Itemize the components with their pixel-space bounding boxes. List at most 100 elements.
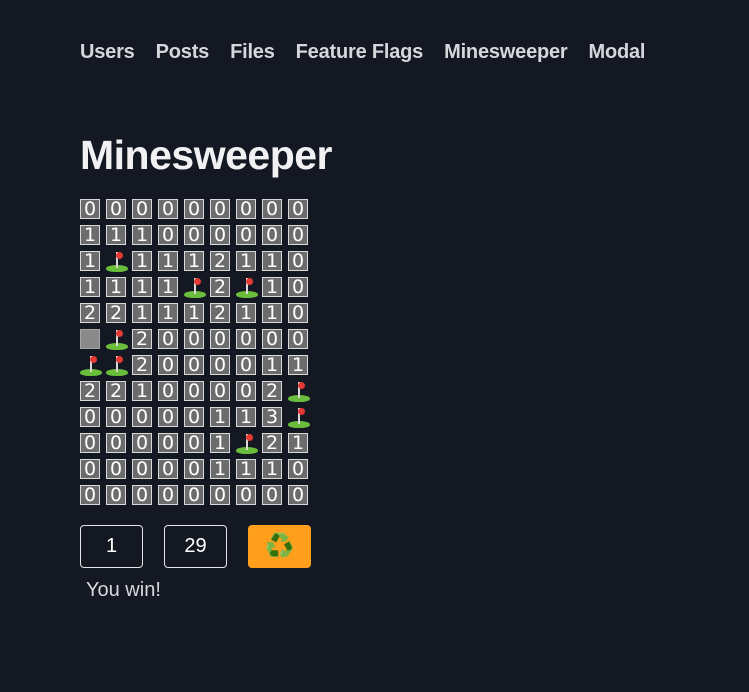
board-cell[interactable]: 0 [288, 277, 308, 297]
board-cell[interactable]: 1 [132, 251, 152, 271]
board-cell[interactable]: 0 [210, 485, 230, 505]
board-cell[interactable]: 1 [80, 225, 100, 245]
board-cell[interactable]: 0 [184, 199, 204, 219]
board-cell[interactable]: 0 [158, 329, 178, 349]
board-cell[interactable]: 0 [80, 433, 100, 453]
board-cell[interactable]: 1 [210, 459, 230, 479]
flag-icon[interactable] [106, 355, 128, 376]
board-cell[interactable]: 0 [236, 329, 256, 349]
nav-posts[interactable]: Posts [156, 39, 210, 65]
board-cell[interactable]: 0 [288, 485, 308, 505]
board-cell[interactable]: 0 [288, 199, 308, 219]
board-cell[interactable]: 0 [184, 407, 204, 427]
board-cell[interactable]: 0 [106, 485, 126, 505]
board-cell[interactable]: 1 [262, 459, 282, 479]
flag-icon[interactable] [184, 277, 206, 298]
nav-minesweeper[interactable]: Minesweeper [444, 39, 568, 65]
board-cell[interactable]: 0 [184, 485, 204, 505]
board-cell[interactable]: 0 [210, 329, 230, 349]
board-cell[interactable]: 0 [106, 199, 126, 219]
covered-cell[interactable] [80, 329, 100, 349]
board-cell[interactable]: 0 [236, 355, 256, 375]
board-cell[interactable]: 0 [262, 329, 282, 349]
board-cell[interactable]: 0 [158, 459, 178, 479]
board-cell[interactable]: 0 [184, 355, 204, 375]
board-cell[interactable]: 0 [132, 485, 152, 505]
nav-feature-flags[interactable]: Feature Flags [296, 39, 424, 65]
board-cell[interactable]: 0 [158, 199, 178, 219]
board-cell[interactable]: 2 [262, 433, 282, 453]
board-cell[interactable]: 3 [262, 407, 282, 427]
board-cell[interactable]: 0 [262, 485, 282, 505]
board-cell[interactable]: 1 [210, 433, 230, 453]
board-cell[interactable]: 0 [210, 381, 230, 401]
board-cell[interactable]: 0 [236, 381, 256, 401]
board-cell[interactable]: 0 [80, 199, 100, 219]
board-cell[interactable]: 1 [106, 225, 126, 245]
board-cell[interactable]: 0 [106, 459, 126, 479]
nav-modal[interactable]: Modal [589, 39, 646, 65]
board-cell[interactable]: 1 [184, 251, 204, 271]
flag-icon[interactable] [236, 277, 258, 298]
board-cell[interactable]: 0 [236, 225, 256, 245]
board-cell[interactable]: 1 [132, 277, 152, 297]
board-cell[interactable]: 0 [132, 433, 152, 453]
flag-icon[interactable] [288, 407, 310, 428]
board-cell[interactable]: 1 [132, 381, 152, 401]
board-cell[interactable]: 2 [210, 303, 230, 323]
board-cell[interactable]: 2 [106, 381, 126, 401]
flag-icon[interactable] [106, 251, 128, 272]
board-cell[interactable]: 1 [262, 303, 282, 323]
board-cell[interactable]: 0 [288, 459, 308, 479]
board-cell[interactable]: 2 [262, 381, 282, 401]
nav-files[interactable]: Files [230, 39, 275, 65]
board-cell[interactable]: 0 [106, 407, 126, 427]
board-cell[interactable]: 0 [106, 433, 126, 453]
board-cell[interactable]: 0 [158, 407, 178, 427]
flag-icon[interactable] [288, 381, 310, 402]
board-cell[interactable]: 0 [288, 251, 308, 271]
board-cell[interactable]: 1 [236, 407, 256, 427]
board-cell[interactable]: 1 [132, 225, 152, 245]
board-cell[interactable]: 0 [132, 459, 152, 479]
reset-button[interactable]: ♻️ [248, 525, 311, 568]
board-cell[interactable]: 2 [80, 303, 100, 323]
nav-users[interactable]: Users [80, 39, 135, 65]
board-cell[interactable]: 0 [210, 355, 230, 375]
board-cell[interactable]: 0 [262, 225, 282, 245]
board-cell[interactable]: 0 [158, 433, 178, 453]
board-cell[interactable]: 0 [132, 407, 152, 427]
board-cell[interactable]: 0 [80, 485, 100, 505]
board-cell[interactable]: 0 [80, 459, 100, 479]
board-cell[interactable]: 0 [184, 225, 204, 245]
board-cell[interactable]: 1 [262, 277, 282, 297]
board-cell[interactable]: 0 [184, 381, 204, 401]
board-cell[interactable]: 0 [184, 459, 204, 479]
board-cell[interactable]: 2 [132, 355, 152, 375]
board-cell[interactable]: 1 [288, 433, 308, 453]
board-cell[interactable]: 1 [80, 277, 100, 297]
board-cell[interactable]: 0 [210, 199, 230, 219]
board-cell[interactable]: 0 [236, 485, 256, 505]
board-cell[interactable]: 1 [106, 277, 126, 297]
board-cell[interactable]: 0 [132, 199, 152, 219]
board-cell[interactable]: 1 [184, 303, 204, 323]
board-cell[interactable]: 0 [288, 303, 308, 323]
board-cell[interactable]: 2 [210, 251, 230, 271]
board-cell[interactable]: 0 [210, 225, 230, 245]
flag-icon[interactable] [236, 433, 258, 454]
board-cell[interactable]: 2 [106, 303, 126, 323]
flag-icon[interactable] [106, 329, 128, 350]
board-cell[interactable]: 1 [236, 459, 256, 479]
board-cell[interactable]: 0 [158, 355, 178, 375]
board-cell[interactable]: 2 [132, 329, 152, 349]
board-cell[interactable]: 2 [80, 381, 100, 401]
board-cell[interactable]: 1 [158, 303, 178, 323]
board-cell[interactable]: 0 [288, 329, 308, 349]
board-cell[interactable]: 0 [236, 199, 256, 219]
board-cell[interactable]: 1 [158, 277, 178, 297]
board-cell[interactable]: 1 [210, 407, 230, 427]
board-cell[interactable]: 0 [158, 381, 178, 401]
board-cell[interactable]: 1 [236, 251, 256, 271]
board-cell[interactable]: 0 [288, 225, 308, 245]
